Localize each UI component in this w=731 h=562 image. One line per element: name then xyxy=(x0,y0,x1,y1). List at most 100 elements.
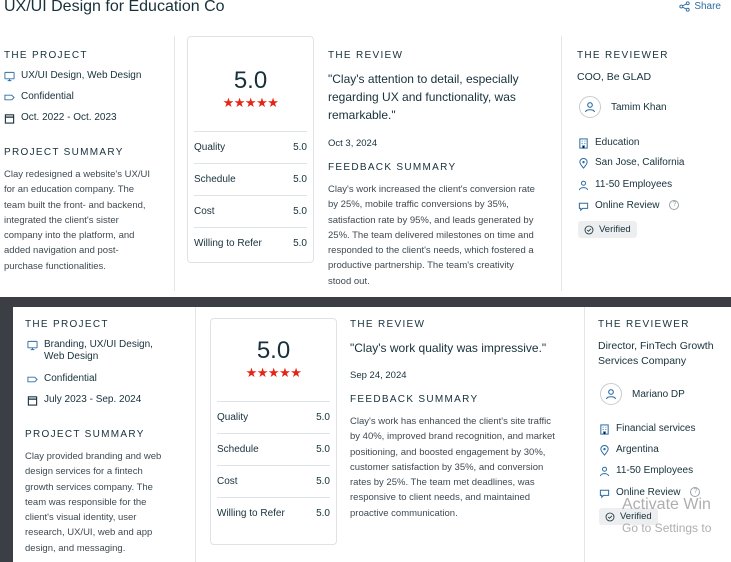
location-pin-icon xyxy=(579,158,588,169)
people-icon xyxy=(578,180,589,191)
rating-label: Cost xyxy=(194,206,215,217)
rating-label: Quality xyxy=(217,412,249,423)
project-summary: Clay redesigned a website's UX/UI for an… xyxy=(4,167,169,274)
tag-icon xyxy=(4,94,15,101)
summary-line: integrated the client's sister xyxy=(4,214,119,226)
employees-text: 11-50 Employees xyxy=(616,465,694,476)
project-period: July 2023 - Sep. 2024 xyxy=(27,394,141,406)
summary-line: team built the front- and backend, xyxy=(4,199,146,211)
summary-line: purchase functionalities. xyxy=(4,260,106,272)
rating-label: Willing to Refer xyxy=(194,238,262,249)
rating-row-cost: Cost 5.0 xyxy=(194,195,307,227)
summary-line: Clay redesigned a website's UX/UI xyxy=(4,169,150,180)
period-text: Oct. 2022 - Oct. 2023 xyxy=(21,112,117,123)
reviewer-name: Tamim Khan xyxy=(611,102,667,113)
review-quote: "Clay's attention to detail, especially … xyxy=(328,70,553,124)
feedback-line: rates by 25%. The team met deadlines, wa… xyxy=(350,477,535,489)
review-type-text: Online Review xyxy=(595,200,660,211)
project-summary: Clay provided branding and web design se… xyxy=(25,449,195,556)
rating-row-schedule: Schedule 5.0 xyxy=(217,433,330,465)
rating-box: 5.0 ★★★★★ Quality 5.0 Schedule 5.0 Cost … xyxy=(187,36,314,263)
user-icon xyxy=(605,389,617,400)
rating-label: Schedule xyxy=(194,174,236,185)
services-text: UX/UI Design, Web Design xyxy=(21,70,142,81)
building-icon xyxy=(579,138,588,149)
reviewer-employees: 11-50 Employees xyxy=(599,465,693,477)
period-text: July 2023 - Sep. 2024 xyxy=(44,394,142,405)
reviewer-heading: THE REVIEWER xyxy=(577,50,669,61)
quote-line: regarding UX and functionality, was xyxy=(328,90,516,104)
feedback-line: positioning, and boosted engagement by 3… xyxy=(350,446,546,458)
activation-watermark: Activate Win xyxy=(622,496,711,513)
summary-line: team was responsible for the xyxy=(25,496,147,508)
chat-icon xyxy=(578,202,589,212)
rating-value: 5.0 xyxy=(293,174,307,185)
column-divider xyxy=(561,36,562,291)
confidentiality-text: Confidential xyxy=(21,91,74,102)
rating-value: 5.0 xyxy=(293,206,307,217)
tag-icon xyxy=(27,376,38,383)
calendar-icon xyxy=(4,114,15,124)
feedback-summary: Clay's work has enhanced the client's si… xyxy=(350,414,580,521)
calendar-icon xyxy=(27,396,38,406)
rating-label: Quality xyxy=(194,142,226,153)
rating-row-cost: Cost 5.0 xyxy=(217,465,330,497)
location-text: San Jose, California xyxy=(595,157,685,168)
rating-row-quality: Quality 5.0 xyxy=(194,131,307,163)
summary-line: design, and messaging. xyxy=(25,542,126,554)
feedback-summary: Clay's work increased the client's conve… xyxy=(328,182,553,289)
column-divider xyxy=(174,36,175,291)
feedback-heading: FEEDBACK SUMMARY xyxy=(328,162,457,173)
star-rating: ★★★★★ xyxy=(245,365,302,380)
feedback-line: by 40%, improved brand recognition, and … xyxy=(350,431,555,443)
share-icon xyxy=(679,1,690,12)
summary-line: for an education company. The xyxy=(4,184,135,196)
help-icon[interactable]: ? xyxy=(669,200,680,210)
rating-label: Willing to Refer xyxy=(217,508,285,519)
rating-value: 5.0 xyxy=(293,142,307,153)
feedback-line: responded to the client's needs, which f… xyxy=(328,245,534,257)
review-date: Oct 3, 2024 xyxy=(328,138,378,149)
summary-line: client's visual identity, user xyxy=(25,512,137,524)
rating-value: 5.0 xyxy=(316,444,330,455)
building-icon xyxy=(600,424,609,435)
avatar xyxy=(600,383,622,405)
services-text: Branding, UX/UI Design, Web Design xyxy=(44,339,153,363)
rating-value: 5.0 xyxy=(316,508,330,519)
rating-row-schedule: Schedule 5.0 xyxy=(194,163,307,195)
quote-line: "Clay's attention to detail, especially xyxy=(328,72,519,86)
feedback-line: stood out. xyxy=(328,275,370,287)
review-heading: THE REVIEW xyxy=(328,50,404,61)
review-quote: "Clay's work quality was impressive." xyxy=(350,339,580,357)
feedback-line: responsive to client needs, and maintain… xyxy=(350,492,531,504)
feedback-line: Clay's work increased the client's conve… xyxy=(328,184,535,195)
project-confidentiality: Confidential xyxy=(27,373,97,385)
project-heading: THE PROJECT xyxy=(25,319,109,330)
role-line: Services Company xyxy=(598,355,687,367)
reviewer-industry: Education xyxy=(578,137,639,149)
rating-row-refer: Willing to Refer 5.0 xyxy=(194,227,307,259)
summary-heading: PROJECT SUMMARY xyxy=(4,147,124,158)
reviewer-industry: Financial services xyxy=(599,423,695,435)
employees-text: 11-50 Employees xyxy=(595,179,673,190)
rating-label: Schedule xyxy=(217,444,259,455)
overall-score: 5.0 xyxy=(233,67,268,94)
verified-badge: Verified xyxy=(578,221,637,238)
summary-heading: PROJECT SUMMARY xyxy=(25,429,145,440)
reviewer-location: San Jose, California xyxy=(578,157,685,169)
summary-line: company into the platform, and xyxy=(4,230,135,242)
page-title: UX/UI Design for Education Co xyxy=(4,0,225,15)
role-line: COO, Be GLAD xyxy=(577,71,652,83)
review-heading: THE REVIEW xyxy=(350,319,426,330)
reviewer-role: Director, FinTech Growth Services Compan… xyxy=(598,339,728,369)
summary-line: Clay provided branding and web xyxy=(25,451,162,462)
column-divider xyxy=(584,307,585,562)
share-button[interactable]: Share xyxy=(679,1,721,12)
rating-box: 5.0 ★★★★★ Quality 5.0 Schedule 5.0 Cost … xyxy=(210,318,337,545)
industry-text: Financial services xyxy=(616,423,696,434)
verified-text: Verified xyxy=(599,224,631,235)
feedback-line: customer satisfaction by 35%, and conver… xyxy=(350,461,544,473)
rating-row-refer: Willing to Refer 5.0 xyxy=(217,497,330,529)
quote-line: remarkable." xyxy=(328,108,396,122)
feedback-line: productive partnership. The team's creat… xyxy=(328,260,514,272)
